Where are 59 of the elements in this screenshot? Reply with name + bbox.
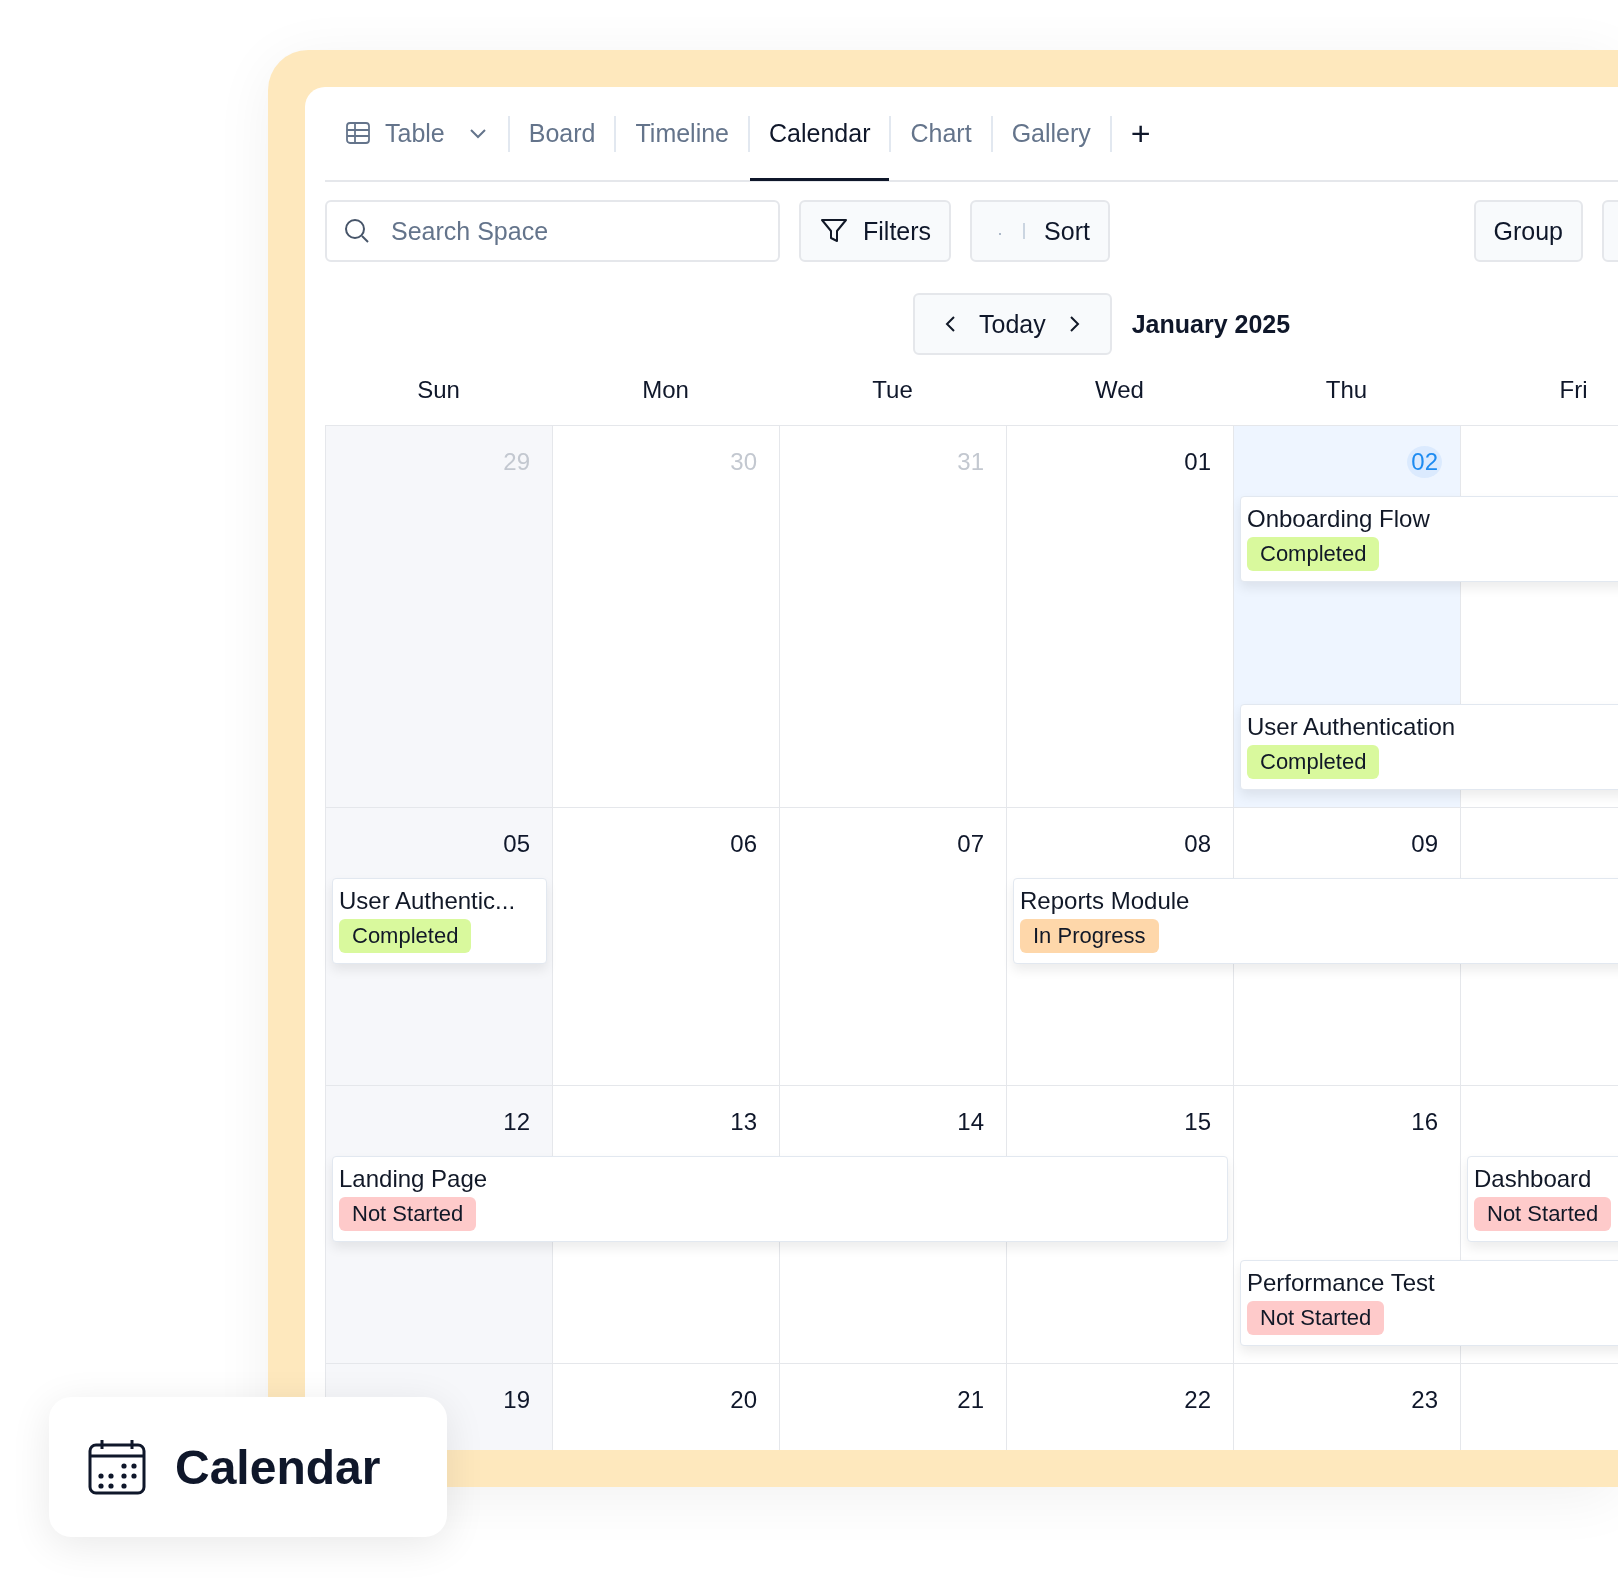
view-tab[interactable]: Chart <box>891 88 991 181</box>
date-number[interactable]: 08 <box>1180 828 1215 860</box>
view-tab[interactable]: Gallery <box>992 88 1110 181</box>
date-number[interactable]: 07 <box>953 828 988 860</box>
status-tag: Completed <box>1247 537 1380 571</box>
date-number[interactable]: 15 <box>1180 1106 1215 1138</box>
weekday-label: Tue <box>872 376 913 404</box>
event-title: Performance Test <box>1247 1269 1435 1297</box>
date-number[interactable]: 21 <box>953 1384 988 1416</box>
date-number[interactable]: 12 <box>499 1106 534 1138</box>
toolbar-button[interactable]: Filters <box>799 200 952 262</box>
event-title: User Authentic... <box>339 887 516 915</box>
feature-title: Calendar <box>175 1439 381 1495</box>
month-title: January 2025 <box>1131 309 1291 339</box>
weekday-label: Mon <box>642 376 689 404</box>
date-number[interactable]: 19 <box>499 1384 534 1416</box>
date-number[interactable]: 20 <box>726 1384 761 1416</box>
event-card[interactable]: Onboarding Flow Completed <box>1240 496 1618 582</box>
weekday-label: Sun <box>417 376 460 404</box>
search-icon <box>343 217 371 245</box>
status-tag: In Progress <box>1020 919 1159 953</box>
event-title: Landing Page <box>339 1165 488 1193</box>
date-number[interactable]: 01 <box>1180 446 1215 478</box>
toolbar-button[interactable]: Sort <box>970 200 1110 262</box>
view-tab[interactable]: + <box>1111 88 1170 181</box>
date-number[interactable]: 14 <box>953 1106 988 1138</box>
table-icon <box>345 120 371 146</box>
calendar-icon <box>87 1437 147 1497</box>
date-number[interactable]: 23 <box>1407 1384 1442 1416</box>
toolbar-button[interactable]: Group <box>1473 200 1583 262</box>
event-card[interactable]: Landing Page Not Started <box>332 1156 1228 1242</box>
date-number[interactable]: 22 <box>1180 1384 1215 1416</box>
weekday-label: Fri <box>1559 376 1588 404</box>
date-number[interactable]: 09 <box>1407 828 1442 860</box>
event-card[interactable]: Dashboard Not Started <box>1467 1156 1618 1242</box>
status-tag: Not Started <box>339 1197 477 1231</box>
event-title: Onboarding Flow <box>1247 505 1430 533</box>
event-title: Reports Module <box>1020 887 1190 915</box>
weekday-label: Thu <box>1325 376 1368 404</box>
status-tag: Completed <box>1247 745 1380 779</box>
weekday-label: Wed <box>1095 376 1144 404</box>
date-number[interactable]: 05 <box>499 828 534 860</box>
date-number[interactable]: 13 <box>726 1106 761 1138</box>
view-tab[interactable]: Timeline <box>616 88 749 181</box>
date-number[interactable]: 06 <box>726 828 761 860</box>
event-card[interactable]: User Authentic... Completed <box>332 878 547 964</box>
status-tag: Not Started <box>1247 1301 1385 1335</box>
status-tag: Not Started <box>1474 1197 1612 1231</box>
date-number[interactable]: 16 <box>1407 1106 1442 1138</box>
status-tag: Completed <box>339 919 472 953</box>
event-title: User Authentication <box>1247 713 1456 741</box>
today-button[interactable]: Today <box>979 309 1046 339</box>
search-field[interactable]: Search Space <box>325 200 780 262</box>
event-card[interactable]: User Authentication Completed <box>1240 704 1618 790</box>
event-card[interactable]: Performance Test Not Started <box>1240 1260 1618 1346</box>
view-tab[interactable]: Table <box>325 88 508 181</box>
view-tab[interactable]: Board <box>509 88 615 181</box>
event-card[interactable]: Reports Module In Progress <box>1013 878 1618 964</box>
event-title: Dashboard <box>1474 1165 1592 1193</box>
